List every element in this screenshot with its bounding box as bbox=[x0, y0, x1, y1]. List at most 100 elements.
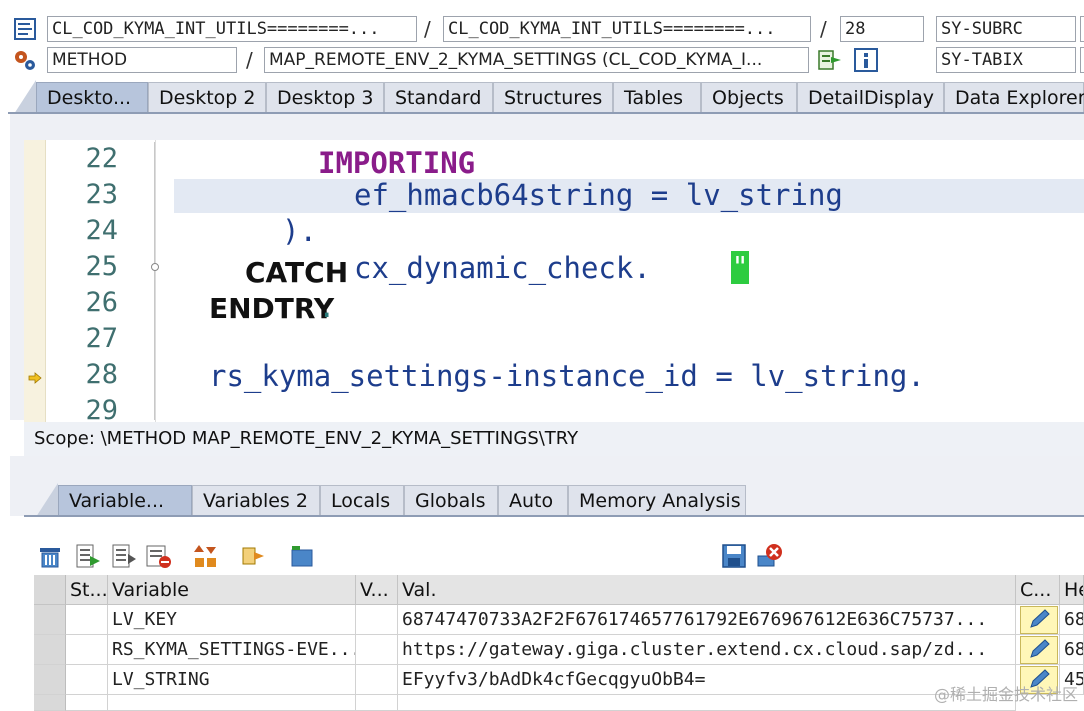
tab-desktop-1[interactable]: Deskto... bbox=[36, 82, 148, 113]
column-change[interactable]: C... bbox=[1016, 575, 1060, 605]
code-keyword-catch: CATCH bbox=[245, 256, 349, 289]
tab-data-explorer[interactable]: Data Explorer bbox=[944, 82, 1084, 113]
column-value[interactable]: Val. bbox=[398, 575, 1016, 605]
desktop-tab-strip: Deskto... Desktop 2 Desktop 3 Standard S… bbox=[0, 80, 1084, 114]
export-icon[interactable] bbox=[240, 542, 268, 570]
watermark: @稀土掘金技术社区 bbox=[933, 685, 1078, 704]
column-v[interactable]: V... bbox=[356, 575, 398, 605]
table-row[interactable]: LV_KEY 68747470733A2F2F676174657761792E6… bbox=[34, 605, 1084, 635]
v-cell bbox=[356, 665, 398, 695]
tab-variables-2[interactable]: Variables 2 bbox=[192, 485, 320, 516]
variable-cell[interactable]: RS_KYMA_SETTINGS-EVE... bbox=[108, 635, 356, 665]
comment-marker: " bbox=[731, 250, 749, 284]
value-cell[interactable] bbox=[398, 695, 1016, 711]
code-line-25: cx_dynamic_check. bbox=[354, 251, 651, 285]
variable-cell[interactable] bbox=[108, 695, 356, 711]
hex-cell: 68 bbox=[1060, 635, 1084, 665]
v-cell bbox=[356, 605, 398, 635]
row-selector[interactable] bbox=[34, 665, 66, 695]
tab-memory-analysis[interactable]: Memory Analysis bbox=[568, 485, 746, 516]
code-line-28: rs_kyma_settings-instance_id = lv_string… bbox=[209, 359, 925, 393]
fold-guide bbox=[154, 142, 155, 420]
variable-cell[interactable]: LV_KEY bbox=[108, 605, 356, 635]
code-keyword-endtry: ENDTRY bbox=[209, 292, 335, 325]
line-number: 23 bbox=[85, 179, 118, 210]
code-line-26-period: . bbox=[318, 290, 336, 324]
info-icon[interactable] bbox=[853, 47, 879, 73]
table-row[interactable]: RS_KYMA_SETTINGS-EVE... https://gateway.… bbox=[34, 635, 1084, 665]
table-row-empty[interactable] bbox=[34, 695, 1084, 711]
status-cell bbox=[66, 635, 108, 665]
delete-row-icon[interactable] bbox=[144, 542, 172, 570]
select-all-header[interactable] bbox=[34, 575, 66, 605]
v-cell bbox=[356, 695, 398, 711]
separator: / bbox=[820, 17, 827, 41]
row-selector[interactable] bbox=[34, 695, 66, 711]
tab-variables-1[interactable]: Variable... bbox=[58, 485, 192, 516]
tab-notch bbox=[36, 483, 58, 517]
v-cell bbox=[356, 635, 398, 665]
tab-locals[interactable]: Locals bbox=[320, 485, 404, 516]
column-status[interactable]: St... bbox=[66, 575, 108, 605]
row-selector[interactable] bbox=[34, 605, 66, 635]
code-line-24: ). bbox=[282, 214, 317, 248]
edit-pencil-icon[interactable] bbox=[1020, 636, 1058, 664]
sy-subrc-value[interactable] bbox=[1080, 16, 1084, 42]
tab-tables[interactable]: Tables bbox=[613, 82, 701, 113]
method-field[interactable]: MAP_REMOTE_ENV_2_KYMA_SETTINGS (CL_COD_K… bbox=[264, 47, 809, 73]
sy-tabix-field[interactable]: SY-TABIX bbox=[936, 47, 1076, 73]
tab-standard[interactable]: Standard bbox=[384, 82, 493, 113]
table-row[interactable]: LV_STRING EFyyfv3/bAdDk4cfGecqgyuObB4= 4… bbox=[34, 665, 1084, 695]
separator: / bbox=[424, 17, 431, 41]
line-number: 24 bbox=[85, 215, 118, 246]
row-selector[interactable] bbox=[34, 635, 66, 665]
column-hex[interactable]: He bbox=[1060, 575, 1084, 605]
header-row-program: CL_COD_KYMA_INT_UTILS========... / CL_CO… bbox=[0, 14, 1084, 44]
value-cell[interactable]: EFyyfv3/bAdDk4cfGecqgyuObB4= bbox=[398, 665, 1016, 695]
program-field[interactable]: CL_COD_KYMA_INT_UTILS========... bbox=[47, 16, 417, 42]
tab-desktop-3[interactable]: Desktop 3 bbox=[266, 82, 384, 113]
delete-variables-icon[interactable] bbox=[756, 542, 784, 570]
variables-tab-strip: Variable... Variables 2 Locals Globals A… bbox=[24, 483, 1084, 517]
transfer-icon[interactable] bbox=[110, 542, 138, 570]
delete-icon[interactable] bbox=[36, 542, 64, 570]
scope-bar: Scope: \METHOD MAP_REMOTE_ENV_2_KYMA_SET… bbox=[24, 422, 1084, 456]
tab-auto[interactable]: Auto bbox=[498, 485, 568, 516]
save-icon[interactable] bbox=[720, 542, 748, 570]
tab-notch bbox=[14, 80, 36, 114]
tab-detail-display[interactable]: DetailDisplay bbox=[797, 82, 944, 113]
sort-icon[interactable] bbox=[192, 542, 220, 570]
status-cell bbox=[66, 665, 108, 695]
sy-tabix-value[interactable] bbox=[1080, 47, 1084, 73]
sy-subrc-field[interactable]: SY-SUBRC bbox=[936, 16, 1076, 42]
value-cell[interactable]: https://gateway.giga.cluster.extend.cx.c… bbox=[398, 635, 1016, 665]
tab-globals[interactable]: Globals bbox=[404, 485, 498, 516]
code-line-23: ef_hmacb64string = lv_string bbox=[354, 178, 843, 212]
line-number: 22 bbox=[85, 143, 118, 174]
type-field[interactable]: METHOD bbox=[47, 47, 237, 73]
column-variable[interactable]: Variable bbox=[108, 575, 356, 605]
separator: / bbox=[246, 48, 253, 72]
fold-marker[interactable] bbox=[151, 263, 159, 271]
header-row-method: METHOD / MAP_REMOTE_ENV_2_KYMA_SETTINGS … bbox=[0, 45, 1084, 75]
edit-pencil-icon[interactable] bbox=[1020, 606, 1058, 634]
line-number: 25 bbox=[85, 251, 118, 282]
layout-icon[interactable] bbox=[288, 542, 316, 570]
display-object-icon[interactable] bbox=[817, 47, 843, 73]
code-keyword-importing: IMPORTING bbox=[318, 146, 476, 180]
hex-cell: 68 bbox=[1060, 605, 1084, 635]
variables-grid: St... Variable V... Val. C... He LV_KEY … bbox=[34, 575, 1084, 711]
line-number-field[interactable]: 28 bbox=[840, 16, 924, 42]
current-statement-arrow-icon bbox=[28, 369, 42, 384]
tab-structures[interactable]: Structures bbox=[493, 82, 613, 113]
variables-toolbar bbox=[34, 540, 1074, 572]
insert-variable-icon[interactable] bbox=[74, 542, 102, 570]
line-number: 27 bbox=[85, 323, 118, 354]
tab-objects[interactable]: Objects bbox=[701, 82, 797, 113]
tab-desktop-2[interactable]: Desktop 2 bbox=[148, 82, 266, 113]
status-cell bbox=[66, 605, 108, 635]
value-cell[interactable]: 68747470733A2F2F676174657761792E67696761… bbox=[398, 605, 1016, 635]
include-field[interactable]: CL_COD_KYMA_INT_UTILS========... bbox=[443, 16, 811, 42]
variable-cell[interactable]: LV_STRING bbox=[108, 665, 356, 695]
gears-icon bbox=[12, 47, 38, 73]
